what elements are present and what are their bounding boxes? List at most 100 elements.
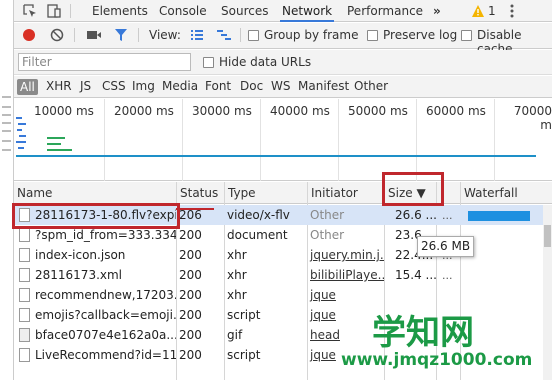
image-file-icon xyxy=(19,328,30,342)
record-icon[interactable] xyxy=(22,28,36,45)
request-type: xhr xyxy=(227,248,247,262)
timeline-gridline xyxy=(416,99,417,181)
request-initiator[interactable]: jquery.min.j... xyxy=(307,245,384,265)
request-initiator[interactable]: bilibiliPlaye... xyxy=(307,265,384,285)
file-icon xyxy=(19,348,30,362)
request-status: 200 xyxy=(179,308,202,322)
strip-mark xyxy=(2,106,11,108)
type-other[interactable]: Other xyxy=(354,79,388,93)
device-toolbar-icon[interactable] xyxy=(46,3,62,19)
strip-mark xyxy=(2,122,11,124)
timeline-label: 10000 ms xyxy=(34,104,94,118)
request-initiator[interactable]: jque xyxy=(307,285,384,305)
file-icon xyxy=(19,288,30,302)
request-name: emojis?callback=emoji... xyxy=(35,308,176,322)
timeline-label: 70000 m xyxy=(513,104,552,132)
inspect-element-icon[interactable] xyxy=(22,3,38,19)
size-tooltip: 26.6 MB xyxy=(417,236,474,257)
request-size: 15.4 ... xyxy=(395,268,436,282)
column-type[interactable]: Type xyxy=(224,182,307,204)
scrollbar-thumb[interactable] xyxy=(544,225,551,247)
request-status: 200 xyxy=(179,268,202,282)
strip-mark xyxy=(2,96,11,98)
timeline-gridline xyxy=(104,99,105,181)
request-name: index-icon.json xyxy=(35,248,126,262)
warning-icon[interactable] xyxy=(470,3,486,19)
timeline-gridline xyxy=(494,99,495,181)
type-ws[interactable]: WS xyxy=(271,79,290,93)
disable-cache-checkbox[interactable] xyxy=(461,30,472,41)
overview-bar xyxy=(18,123,26,125)
overview-bar xyxy=(16,141,26,143)
column-name[interactable]: Name xyxy=(14,182,176,204)
clear-icon[interactable] xyxy=(50,28,64,45)
filter-row: Filter Hide data URLs xyxy=(14,50,552,75)
tab-sources[interactable]: Sources xyxy=(219,0,270,22)
row-more-icon[interactable]: ... xyxy=(442,269,453,282)
resource-type-filter: All XHR JS CSS Img Media Font Doc WS Man… xyxy=(14,76,552,98)
strip-mark xyxy=(2,140,11,142)
strip-mark xyxy=(2,149,11,151)
request-status: 200 xyxy=(179,248,202,262)
table-row[interactable]: recommendnew,17203... 200 xhr jque xyxy=(14,285,544,305)
request-type: xhr xyxy=(227,268,247,282)
type-doc[interactable]: Doc xyxy=(240,79,263,93)
overview-bar xyxy=(47,143,61,145)
request-type: xhr xyxy=(227,288,247,302)
request-type: script xyxy=(227,348,261,362)
network-toolbar: View: Group by frame Preserve log Disabl… xyxy=(14,23,552,56)
type-all[interactable]: All xyxy=(17,79,38,95)
toolbar-divider xyxy=(240,28,241,42)
table-row[interactable]: 28116173.xml 200 xhr bilibiliPlaye... 15… xyxy=(14,265,544,285)
watermark-url: www.jmqz1000.com xyxy=(341,350,533,370)
type-js[interactable]: JS xyxy=(80,79,91,93)
timeline-label: 40000 ms xyxy=(270,104,330,118)
request-size: 26.6 ... xyxy=(395,208,436,222)
filter-input[interactable]: Filter xyxy=(18,53,191,71)
request-name: bface0707e4e162a0a... xyxy=(35,328,176,342)
tab-console[interactable]: Console xyxy=(157,0,209,22)
type-xhr[interactable]: XHR xyxy=(46,79,72,93)
group-by-frame-checkbox[interactable] xyxy=(248,30,259,41)
file-icon xyxy=(19,308,30,322)
request-status: 200 xyxy=(179,348,202,362)
devtools-panel: Elements Console Sources Network Perform… xyxy=(12,0,552,380)
large-rows-icon[interactable] xyxy=(190,29,204,44)
preserve-log-label: Preserve log xyxy=(383,28,458,42)
overview-waterfall-icon[interactable] xyxy=(216,29,232,44)
timeline-label: 20000 ms xyxy=(114,104,174,118)
row-more-icon[interactable]: ... xyxy=(442,209,453,222)
tab-performance[interactable]: Performance xyxy=(345,0,425,22)
video-camera-icon[interactable] xyxy=(86,29,102,44)
warning-count: 1 xyxy=(488,4,496,18)
type-font[interactable]: Font xyxy=(205,79,231,93)
hide-data-urls-checkbox[interactable] xyxy=(203,57,214,68)
network-overview[interactable]: 10000 ms 20000 ms 30000 ms 40000 ms 5000… xyxy=(14,99,552,181)
highlight-box-request xyxy=(12,203,180,229)
view-label: View: xyxy=(149,28,181,42)
type-css[interactable]: CSS xyxy=(102,79,126,93)
tab-network[interactable]: Network xyxy=(280,0,335,22)
filter-icon[interactable] xyxy=(114,28,128,45)
type-img[interactable]: Img xyxy=(132,79,155,93)
more-tabs-button[interactable]: » xyxy=(431,0,443,22)
request-status: 200 xyxy=(179,228,202,242)
overview-bar xyxy=(16,117,22,119)
file-icon xyxy=(19,268,30,282)
devtools-tab-bar: Elements Console Sources Network Perform… xyxy=(14,0,552,22)
type-media[interactable]: Media xyxy=(162,79,198,93)
toolbar-divider xyxy=(74,28,75,42)
type-manifest[interactable]: Manifest xyxy=(298,79,349,93)
request-type: document xyxy=(227,228,288,242)
overview-bar xyxy=(18,147,24,149)
preserve-log-checkbox[interactable] xyxy=(367,30,378,41)
column-status[interactable]: Status xyxy=(176,182,224,204)
watermark-logo: 学知网 xyxy=(372,313,474,353)
request-initiator: Other xyxy=(310,208,345,222)
more-options-icon[interactable] xyxy=(504,3,520,19)
request-status: 200 xyxy=(179,328,202,342)
tab-divider xyxy=(70,4,71,18)
column-initiator[interactable]: Initiator xyxy=(307,182,384,204)
column-waterfall[interactable]: Waterfall xyxy=(460,182,544,204)
tab-elements[interactable]: Elements xyxy=(90,0,150,22)
